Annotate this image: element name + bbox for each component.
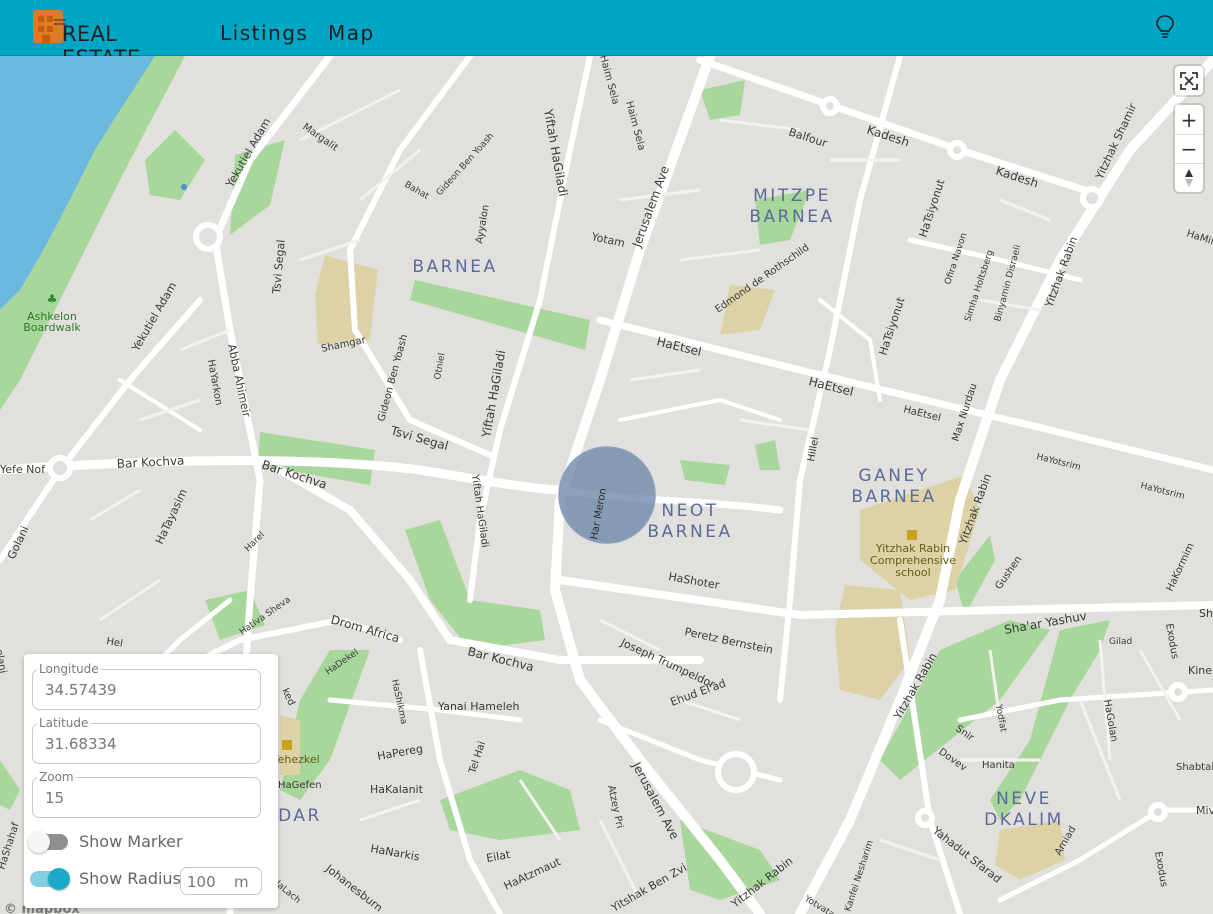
svg-text:Boardwalk: Boardwalk	[23, 321, 81, 334]
radius-unit: m	[234, 873, 249, 891]
svg-text:Yefe Nof: Yefe Nof	[0, 463, 46, 476]
area-neot-1: NEOT	[661, 501, 718, 521]
area-neve-2: DKALIM	[984, 810, 1064, 830]
svg-text:school: school	[895, 566, 930, 579]
longitude-input[interactable]	[45, 681, 245, 699]
toggle-knob	[48, 868, 70, 890]
radius-field[interactable]: m	[180, 867, 262, 895]
house-logo-icon	[33, 10, 66, 43]
area-mitzpe-1: MITZPE	[753, 186, 831, 206]
app-header: REAL ESTATE Listings Map	[0, 0, 1213, 70]
svg-text:Sh: Sh	[1199, 607, 1213, 620]
tree-icon: ♣	[47, 292, 58, 306]
school-icon	[907, 530, 917, 540]
show-radius-toggle[interactable]	[30, 868, 70, 890]
zoom-controls: + −	[1175, 105, 1203, 192]
map-settings-panel: Longitude Latitude Zoom Show Marker Show…	[24, 654, 278, 908]
longitude-label: Longitude	[37, 662, 101, 676]
svg-text:Yanai Hameleh: Yanai Hameleh	[437, 700, 520, 713]
latitude-input[interactable]	[45, 735, 245, 753]
radius-input[interactable]	[187, 873, 227, 891]
lightbulb-icon[interactable]	[1154, 14, 1176, 40]
show-marker-row: Show Marker	[28, 830, 270, 856]
zoom-label: Zoom	[37, 770, 76, 784]
area-mitzpe-2: BARNEA	[749, 207, 834, 227]
svg-text:Miv: Miv	[1196, 804, 1213, 817]
svg-text:HaKalanit: HaKalanit	[370, 783, 424, 796]
area-neve-1: NEVE	[996, 789, 1052, 809]
svg-text:Shabtai: Shabtai	[1176, 762, 1213, 773]
svg-text:Gilad: Gilad	[1109, 637, 1132, 647]
fullscreen-icon[interactable]	[1175, 66, 1203, 95]
svg-text:Hanita: Hanita	[982, 760, 1015, 771]
toggle-knob	[28, 831, 50, 853]
nav-listings[interactable]: Listings	[220, 21, 308, 45]
area-ganey-1: GANEY	[858, 466, 929, 486]
zoom-field[interactable]: Zoom	[32, 770, 261, 818]
show-radius-row: Show Radius m	[30, 867, 270, 895]
poi-yehezkel: Yehezkel	[271, 753, 319, 766]
fullscreen-control[interactable]	[1175, 66, 1203, 95]
svg-text:HaGefen: HaGefen	[278, 780, 322, 791]
zoom-in-button[interactable]: +	[1175, 105, 1203, 134]
show-radius-label: Show Radius	[79, 869, 181, 888]
pool-icon	[181, 184, 187, 190]
area-ganey-2: BARNEA	[851, 487, 936, 507]
svg-text:Kiner: Kiner	[1188, 664, 1213, 677]
zoom-input[interactable]	[45, 789, 245, 807]
latitude-label: Latitude	[37, 716, 91, 730]
school-icon	[282, 740, 292, 750]
show-marker-toggle[interactable]	[28, 831, 68, 853]
area-barnea: BARNEA	[412, 257, 497, 277]
nav-map[interactable]: Map	[328, 21, 375, 45]
compass-icon[interactable]	[1175, 163, 1203, 192]
latitude-field[interactable]: Latitude	[32, 716, 261, 764]
zoom-out-button[interactable]: −	[1175, 134, 1203, 163]
area-dar: DAR	[278, 806, 322, 826]
show-marker-label: Show Marker	[79, 832, 183, 851]
area-neot-2: BARNEA	[647, 522, 732, 542]
logo[interactable]: REAL ESTATE	[32, 8, 202, 70]
longitude-field[interactable]: Longitude	[32, 662, 261, 710]
